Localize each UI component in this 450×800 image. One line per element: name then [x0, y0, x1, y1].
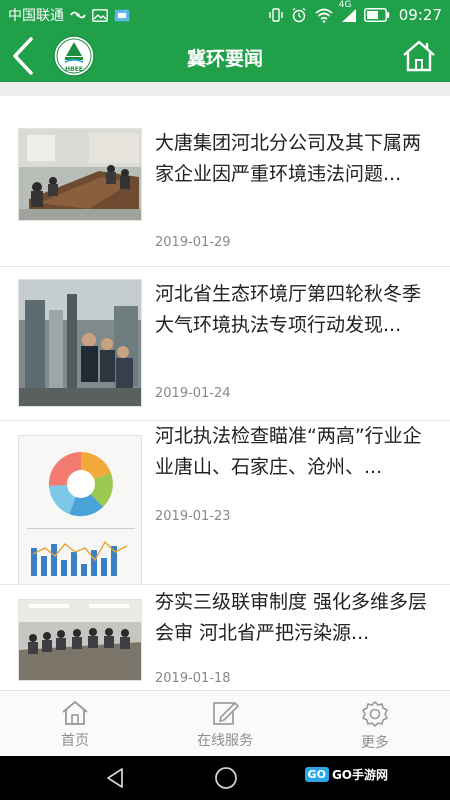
network-type: 4G	[338, 0, 352, 10]
signal-icon: 4G	[339, 0, 357, 23]
status-left: 中国联通	[8, 5, 268, 25]
carrier-name: 中国联通	[8, 8, 64, 24]
nav-online-service-label: 在线服务	[197, 733, 253, 749]
news-title: 河北省生态环境厅第四轮秋冬季大气环境执法专项行动发现...	[155, 283, 422, 336]
app-header: HBEE 冀环要闻	[0, 30, 450, 82]
news-date: 2019-01-24	[155, 386, 231, 401]
news-item[interactable]: 河北省生态环境厅第四轮秋冬季大气环境执法专项行动发现... 2019-01-24	[0, 267, 450, 421]
vibrate-icon	[268, 7, 284, 23]
triangle-back-icon	[107, 768, 123, 788]
system-home-button[interactable]	[214, 766, 238, 790]
nav-more-label: 更多	[361, 735, 389, 751]
alarm-icon	[291, 7, 307, 23]
news-item[interactable]: 大唐集团河北分公司及其下属两家企业因严重环境违法问题... 2019-01-29	[0, 96, 450, 267]
news-title: 河北执法检查瞄准“两高”行业企业唐山、石家庄、沧州、...	[155, 425, 422, 478]
nav-home[interactable]: 首页	[0, 691, 150, 756]
watermark: GO GO手游网	[304, 766, 388, 783]
status-bar: 中国联通 4G 09:27	[0, 0, 450, 30]
chevron-left-icon	[13, 37, 33, 75]
system-back-button[interactable]	[104, 767, 126, 789]
data-saver-icon	[70, 9, 86, 21]
nav-more[interactable]: 更多	[300, 691, 450, 756]
news-date: 2019-01-23	[155, 509, 231, 524]
wifi-icon	[314, 7, 334, 23]
header-spacer	[0, 82, 450, 96]
status-right: 4G 09:27	[268, 0, 442, 24]
clock-time: 09:27	[398, 6, 442, 24]
news-date: 2019-01-29	[155, 235, 231, 250]
gear-icon	[362, 701, 388, 727]
home-icon	[62, 701, 88, 725]
news-thumbnail-chart	[18, 435, 142, 585]
news-date: 2019-01-18	[155, 671, 231, 686]
bottom-nav: 首页 在线服务 更多	[0, 690, 450, 756]
news-thumbnail-conference	[18, 599, 142, 681]
news-item[interactable]: 河北执法检查瞄准“两高”行业企业唐山、石家庄、沧州、... 2019-01-23	[0, 421, 450, 585]
back-button[interactable]	[0, 30, 46, 82]
news-item[interactable]: 夯实三级联审制度 强化多维多层会审 河北省严把污染源... 2019-01-18	[0, 585, 450, 690]
news-thumbnail-factory	[18, 279, 142, 407]
app-logo: HBEE	[52, 34, 96, 78]
image-notification-icon	[92, 8, 108, 22]
edit-icon	[213, 701, 239, 725]
circle-home-icon	[215, 767, 237, 789]
home-icon	[403, 40, 435, 72]
app-notification-icon	[114, 9, 130, 22]
news-title: 夯实三级联审制度 强化多维多层会审 河北省严把污染源...	[155, 591, 428, 644]
nav-online-service[interactable]: 在线服务	[150, 691, 300, 756]
news-thumbnail-meeting	[18, 128, 142, 221]
news-list[interactable]: 大唐集团河北分公司及其下属两家企业因严重环境违法问题... 2019-01-29	[0, 96, 450, 690]
watermark-badge: GO	[304, 767, 329, 782]
home-button[interactable]	[400, 38, 438, 74]
watermark-text: GO手游网	[331, 768, 388, 782]
news-title: 大唐集团河北分公司及其下属两家企业因严重环境违法问题...	[155, 132, 422, 185]
logo-text: HBEE	[65, 66, 83, 73]
battery-icon	[363, 8, 390, 22]
nav-home-label: 首页	[61, 733, 89, 749]
